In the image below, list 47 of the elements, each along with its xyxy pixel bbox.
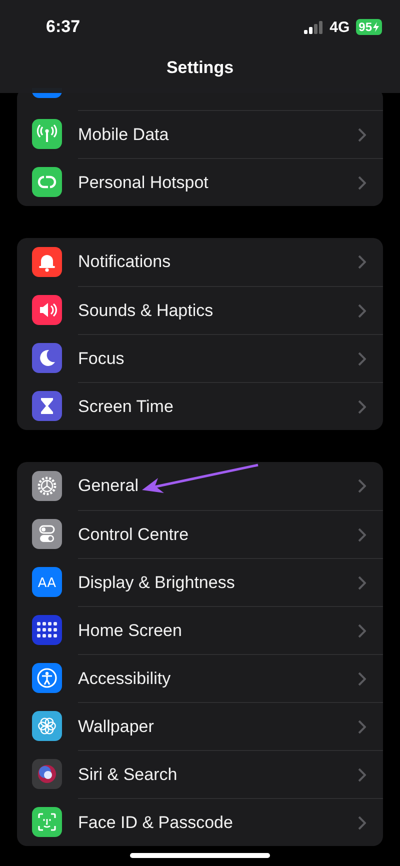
settings-row[interactable]: Face ID & Passcode <box>17 798 383 846</box>
settings-row[interactable]: Sounds & Haptics <box>17 286 383 334</box>
settings-row[interactable]: Control Centre <box>17 510 383 558</box>
chevron-icon <box>358 255 366 269</box>
row-label: Siri & Search <box>78 764 178 784</box>
settings-row[interactable]: Notifications <box>17 238 383 286</box>
row-label: Wallpaper <box>78 716 154 736</box>
chevron-icon <box>358 576 366 590</box>
row-label: Display & Brightness <box>78 572 235 592</box>
chevron-icon <box>358 304 366 318</box>
row-label: Home Screen <box>78 620 182 640</box>
row-label: Personal Hotspot <box>78 172 208 192</box>
battery-indicator: 95 <box>356 19 382 35</box>
chevron-icon <box>358 128 366 142</box>
chevron-icon <box>358 720 366 734</box>
settings-row[interactable]: Home Screen <box>17 606 383 654</box>
row-label: Face ID & Passcode <box>78 812 233 832</box>
row-label: Screen Time <box>78 396 174 416</box>
settings-row[interactable]: Personal Hotspot <box>17 158 383 206</box>
settings-row[interactable]: Screen Time <box>17 382 383 430</box>
row-label: Sounds & Haptics <box>78 300 214 320</box>
settings-row[interactable]: Accessibility <box>17 654 383 702</box>
settings-row[interactable]: Wallpaper <box>17 702 383 750</box>
row-label: General <box>78 476 138 496</box>
chevron-icon <box>358 352 366 366</box>
chevron-icon <box>358 479 366 493</box>
row-label: Accessibility <box>78 668 171 688</box>
chevron-icon <box>358 768 366 782</box>
network-label: 4G <box>330 18 350 36</box>
chevron-icon <box>358 176 366 190</box>
chevron-icon <box>358 672 366 686</box>
chevron-icon <box>358 528 366 542</box>
row-label: Control Centre <box>78 524 189 544</box>
settings-row[interactable]: Siri & Search <box>17 750 383 798</box>
row-label: Focus <box>78 348 124 368</box>
chevron-icon <box>358 624 366 638</box>
row-label: Notifications <box>78 252 171 272</box>
text-icon: AA <box>32 567 62 597</box>
row-label: Mobile Data <box>78 124 169 144</box>
settings-row[interactable]: AA Display & Brightness <box>17 558 383 606</box>
chevron-icon <box>358 400 366 414</box>
signal-icon <box>304 20 324 34</box>
settings-row[interactable]: Mobile Data <box>17 110 383 158</box>
page-title: Settings <box>165 58 235 78</box>
chevron-icon <box>358 816 366 830</box>
status-time: 6:37 <box>46 17 80 37</box>
settings-row[interactable]: Focus <box>17 334 383 382</box>
